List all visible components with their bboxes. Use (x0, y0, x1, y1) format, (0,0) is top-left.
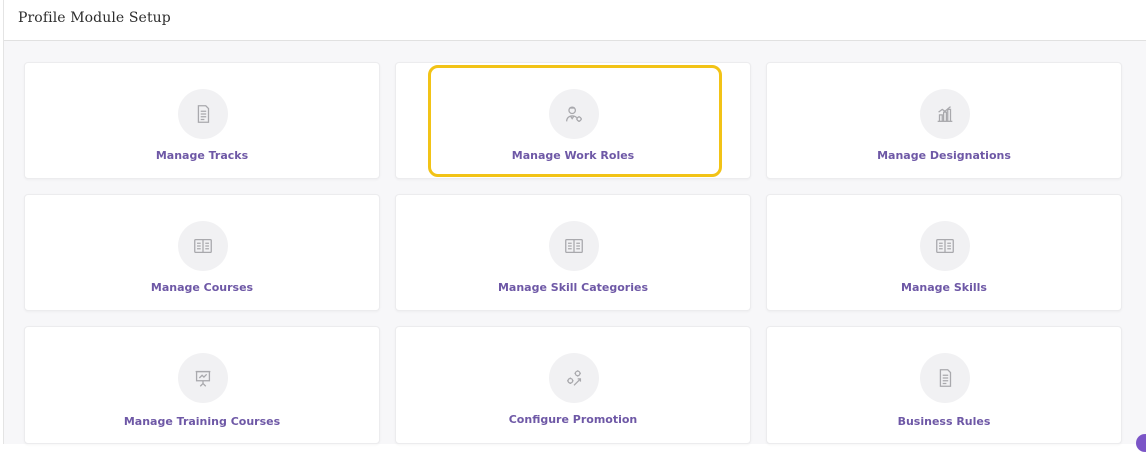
card-label: Manage Skill Categories (497, 281, 648, 294)
card-label: Manage Courses (150, 281, 254, 294)
user-gear-icon (549, 89, 599, 139)
presentation-board-icon (178, 353, 228, 403)
card-label: Configure Promotion (508, 413, 638, 426)
card-manage-designations[interactable]: Manage Designations (766, 62, 1122, 179)
card-manage-courses[interactable]: Manage Courses (24, 194, 380, 311)
card-business-rules[interactable]: Business Rules (766, 326, 1122, 444)
card-label: Manage Training Courses (123, 415, 281, 428)
card-manage-skills[interactable]: Manage Skills (766, 194, 1122, 311)
page-title: Profile Module Setup (18, 10, 171, 26)
card-label: Business Rules (897, 415, 991, 428)
panel-header: Profile Module Setup (4, 0, 1146, 41)
building-chart-icon (920, 89, 970, 139)
document-icon (920, 353, 970, 403)
book-icon (920, 221, 970, 271)
module-card-grid: Manage Tracks Manage Work Roles Manage D… (4, 41, 1146, 444)
floating-action-edge[interactable] (1136, 434, 1146, 452)
card-manage-tracks[interactable]: Manage Tracks (24, 62, 380, 179)
card-label: Manage Designations (877, 149, 1011, 162)
card-label: Manage Work Roles (511, 149, 635, 162)
book-icon (549, 221, 599, 271)
document-icon (178, 89, 228, 139)
promotion-gear-icon (549, 353, 599, 403)
card-configure-promotion[interactable]: Configure Promotion (395, 326, 751, 444)
card-manage-training-courses[interactable]: Manage Training Courses (24, 326, 380, 444)
card-manage-work-roles[interactable]: Manage Work Roles (395, 62, 751, 179)
book-icon (178, 221, 228, 271)
card-manage-skill-categories[interactable]: Manage Skill Categories (395, 194, 751, 311)
card-label: Manage Tracks (155, 149, 249, 162)
profile-module-setup-panel: Profile Module Setup Manage Tracks Manag (3, 0, 1146, 444)
card-label: Manage Skills (901, 281, 987, 294)
